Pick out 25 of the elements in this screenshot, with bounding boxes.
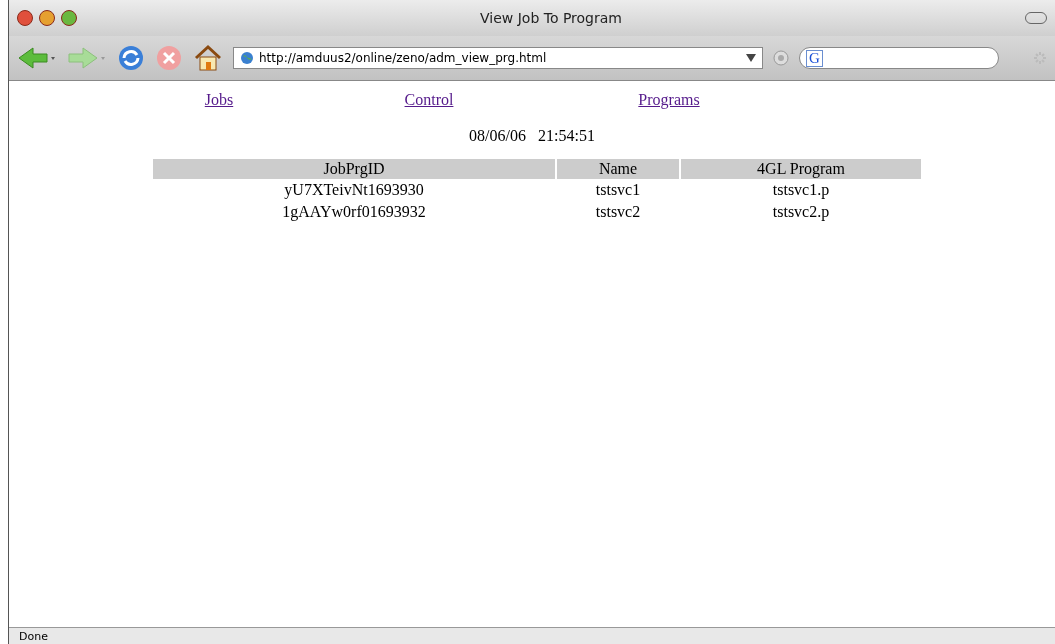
minimize-button[interactable] bbox=[39, 10, 55, 26]
column-header: JobPrgID bbox=[153, 159, 555, 179]
status-text: Done bbox=[19, 629, 48, 643]
nav-link[interactable]: Control bbox=[404, 91, 454, 109]
search-field[interactable]: G bbox=[799, 47, 999, 69]
table-cell-text: tstsvc1.p bbox=[771, 180, 831, 201]
table-cell-text: tstsvc1 bbox=[594, 180, 642, 200]
globe-icon bbox=[240, 51, 254, 65]
nav-link[interactable]: Programs bbox=[638, 91, 700, 109]
dropdown-icon[interactable] bbox=[746, 54, 756, 62]
column-header: 4GL Program bbox=[681, 159, 921, 179]
table-cell-text: tstsvc2.p bbox=[771, 202, 831, 223]
window-title: View Job To Program bbox=[479, 10, 623, 26]
table-cell-text: tstsvc2 bbox=[594, 202, 642, 222]
column-header: Name bbox=[557, 159, 679, 179]
address-field[interactable]: http://amduus2/online/zeno/adm_view_prg.html bbox=[233, 47, 763, 69]
table-cell-text: yU7XTeivNt1693930 bbox=[283, 180, 425, 201]
zoom-button[interactable] bbox=[61, 10, 77, 26]
timestamp: 08/06/06 21:54:51 bbox=[469, 127, 595, 144]
back-button[interactable] bbox=[17, 45, 57, 71]
reload-button[interactable] bbox=[117, 44, 145, 72]
table-cell-text: 1gAAYw0rf01693932 bbox=[281, 202, 427, 223]
nav-link[interactable]: Jobs bbox=[204, 91, 234, 109]
close-button[interactable] bbox=[17, 10, 33, 26]
home-button[interactable] bbox=[193, 44, 223, 72]
